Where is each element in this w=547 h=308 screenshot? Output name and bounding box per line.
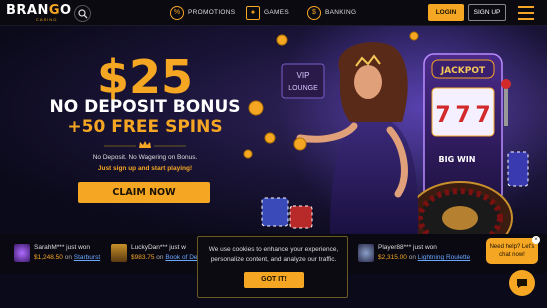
dollar-icon: $: [307, 6, 321, 20]
search-button[interactable]: [74, 5, 91, 22]
svg-text:7: 7: [435, 103, 450, 128]
chat-icon: [517, 279, 527, 288]
cookie-message: We use cookies to enhance your experienc…: [208, 246, 339, 263]
nav-banking-label: BANKING: [325, 9, 357, 16]
bonus-headline: NO DEPOSIT BONUS: [49, 97, 241, 117]
help-line-1: Need help? Let's: [489, 244, 535, 250]
game-thumbnail: [111, 244, 127, 262]
nav-games-label: GAMES: [264, 9, 289, 16]
help-line-2: chat now!: [499, 252, 525, 258]
game-thumbnail: [358, 244, 374, 262]
game-thumbnail: [14, 244, 30, 262]
brango-logo[interactable]: BRANGO CASINO: [6, 4, 71, 22]
claim-now-button[interactable]: CLAIM NOW: [78, 182, 210, 203]
svg-text:JACKPOT: JACKPOT: [440, 66, 486, 76]
bonus-amount: $25: [96, 50, 194, 104]
hamburger-menu-button[interactable]: [518, 6, 534, 20]
winner-amount: $1,248.50 on Starburst: [34, 254, 101, 261]
winner-name: SarahM*** just won: [34, 244, 90, 251]
live-chat-button[interactable]: [509, 270, 535, 296]
game-link[interactable]: Starburst: [74, 254, 100, 261]
winner-name: LuckyDan*** just w: [131, 244, 186, 251]
svg-text:7: 7: [455, 103, 470, 128]
svg-text:BIG WIN: BIG WIN: [439, 155, 476, 164]
svg-text:VIP: VIP: [297, 71, 310, 80]
svg-text:LOUNGE: LOUNGE: [288, 85, 318, 92]
crown-divider-icon: [104, 141, 186, 148]
game-link[interactable]: Lightning Roulette: [418, 254, 470, 261]
close-icon[interactable]: ×: [532, 236, 540, 244]
search-icon: [78, 9, 88, 19]
svg-text:7: 7: [475, 103, 490, 128]
free-spins-headline: +50 FREE SPINS: [67, 117, 223, 137]
logo-wordmark: BRANGO: [6, 3, 72, 18]
site-header: BRANGO CASINO % PROMOTIONS ♠ GAMES $ BAN…: [0, 0, 547, 26]
signup-prompt: Just sign up and start playing!: [97, 165, 193, 172]
logo-tagline: CASINO: [36, 17, 58, 22]
cookie-consent-banner: We use cookies to enhance your experienc…: [197, 236, 348, 298]
signup-button[interactable]: SIGN UP: [468, 4, 506, 21]
nav-promotions-label: PROMOTIONS: [188, 9, 236, 16]
percent-icon: %: [170, 6, 184, 20]
winner-name: Player88*** just won: [378, 244, 437, 251]
game-link[interactable]: Book of De: [165, 254, 197, 261]
help-chat-bubble[interactable]: Need help? Let's chat now!: [486, 238, 538, 264]
hero-banner: VIP LOUNGE JACKPOT 7 7 7 BIG WIN $25 NO …: [0, 26, 547, 234]
bonus-terms: No Deposit. No Wagering on Bonus.: [92, 154, 198, 161]
cards-icon: ♠: [246, 6, 260, 20]
winner-amount: $2,315.00 on Lightning Roulette: [378, 254, 471, 261]
login-button[interactable]: LOGIN: [428, 4, 464, 21]
winner-amount: $983.75 on Book of De: [131, 254, 198, 261]
accept-cookies-button[interactable]: GOT IT!: [244, 272, 304, 288]
